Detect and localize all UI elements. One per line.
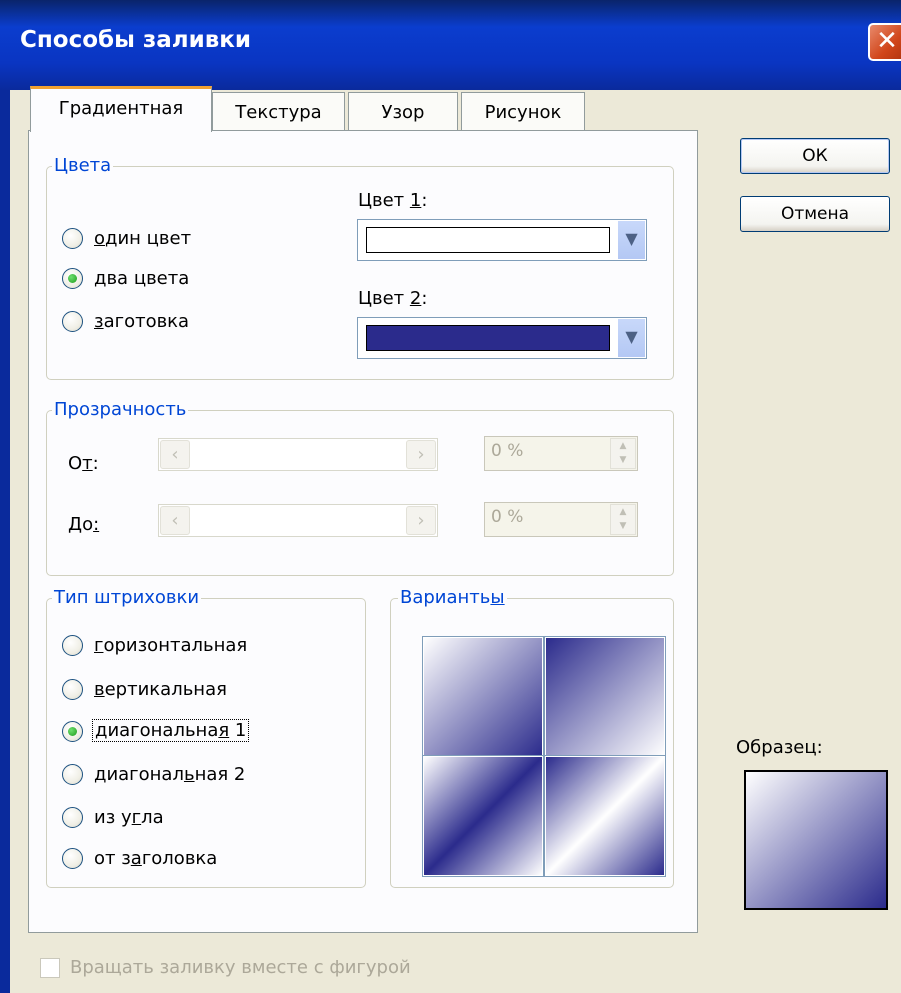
from-value: 0 % <box>491 441 524 461</box>
from-spinner[interactable]: 0 % ▲ ▼ <box>484 436 638 471</box>
rotate-checkbox-label: Вращать заливку вместе с фигурой <box>70 957 411 978</box>
radio-vertical[interactable] <box>62 679 83 700</box>
radio-label: заготовка <box>94 311 190 332</box>
tab-label: Узор <box>381 102 425 123</box>
to-slider[interactable]: ‹ › <box>158 504 438 537</box>
close-button[interactable]: ✕ <box>868 23 901 61</box>
color1-swatch <box>366 227 610 253</box>
cancel-button[interactable]: Отмена <box>740 196 890 232</box>
radio-label: два цвета <box>94 268 190 289</box>
transparency-group <box>46 410 674 576</box>
colors-legend: Цвета <box>52 155 114 176</box>
radio-label: диагональная 2 <box>94 764 246 785</box>
rotate-checkbox[interactable] <box>40 958 60 978</box>
window-title: Способы заливки <box>20 27 251 53</box>
spinner-arrows-icon[interactable]: ▲ ▼ <box>610 438 636 469</box>
variant-tile[interactable] <box>422 755 544 877</box>
radio-label: от заголовка <box>94 848 218 869</box>
tab-label: Градиентная <box>58 98 184 119</box>
radio-from-corner[interactable] <box>62 807 83 828</box>
arrow-left-icon[interactable]: ‹ <box>160 440 190 469</box>
color2-swatch <box>366 325 610 351</box>
variants-legend: Вариантьы <box>398 587 507 608</box>
radio-label: горизонтальная <box>94 635 248 656</box>
variant-tile[interactable] <box>544 636 666 758</box>
radio-selected-dot <box>68 727 77 736</box>
tab-gradient[interactable]: Градиентная <box>30 86 212 132</box>
tab-pattern[interactable]: Узор <box>348 92 458 130</box>
radio-from-title[interactable] <box>62 848 83 869</box>
arrow-left-icon[interactable]: ‹ <box>160 506 190 535</box>
radio-selected-dot <box>68 274 77 283</box>
tab-picture[interactable]: Рисунок <box>461 92 585 130</box>
radio-label: вертикальная <box>94 679 227 700</box>
sample-label: Образец: <box>736 737 823 758</box>
radio-label: один цвет <box>94 228 192 249</box>
color1-combo[interactable]: ▼ <box>357 219 647 261</box>
title-bar: Способы заливки <box>0 0 901 90</box>
color1-label: Цвет 1: <box>358 190 428 211</box>
spinner-arrows-icon[interactable]: ▲ ▼ <box>610 504 636 535</box>
radio-label: диагональная 1 <box>92 719 250 742</box>
color2-label: Цвет 2: <box>358 288 428 309</box>
shading-legend: Тип штриховки <box>52 587 202 608</box>
radio-label: из угла <box>94 807 164 828</box>
radio-preset[interactable] <box>62 311 83 332</box>
to-value: 0 % <box>491 507 524 527</box>
arrow-right-icon[interactable]: › <box>406 506 436 535</box>
transparency-legend: Прозрачность <box>52 399 189 420</box>
radio-diagonal-2[interactable] <box>62 764 83 785</box>
tab-texture[interactable]: Текстура <box>212 92 345 130</box>
arrow-right-icon[interactable]: › <box>406 440 436 469</box>
chevron-down-icon[interactable]: ▼ <box>617 221 645 259</box>
color2-combo[interactable]: ▼ <box>357 317 647 359</box>
tab-label: Рисунок <box>484 102 562 123</box>
radio-one-color[interactable] <box>62 228 83 249</box>
window-border <box>0 90 10 993</box>
variant-tile[interactable] <box>422 636 544 758</box>
to-spinner[interactable]: 0 % ▲ ▼ <box>484 502 638 537</box>
from-slider[interactable]: ‹ › <box>158 438 438 471</box>
radio-two-colors[interactable] <box>62 268 83 289</box>
to-label: До: <box>68 514 100 535</box>
ok-button[interactable]: ОК <box>740 138 890 174</box>
sample-preview <box>744 770 888 910</box>
from-label: От: <box>68 453 99 474</box>
close-icon: ✕ <box>876 26 898 56</box>
variant-tile[interactable] <box>544 755 666 877</box>
tab-label: Текстура <box>235 102 322 123</box>
chevron-down-icon[interactable]: ▼ <box>617 319 645 357</box>
radio-diagonal-1[interactable] <box>62 721 83 742</box>
radio-horizontal[interactable] <box>62 635 83 656</box>
